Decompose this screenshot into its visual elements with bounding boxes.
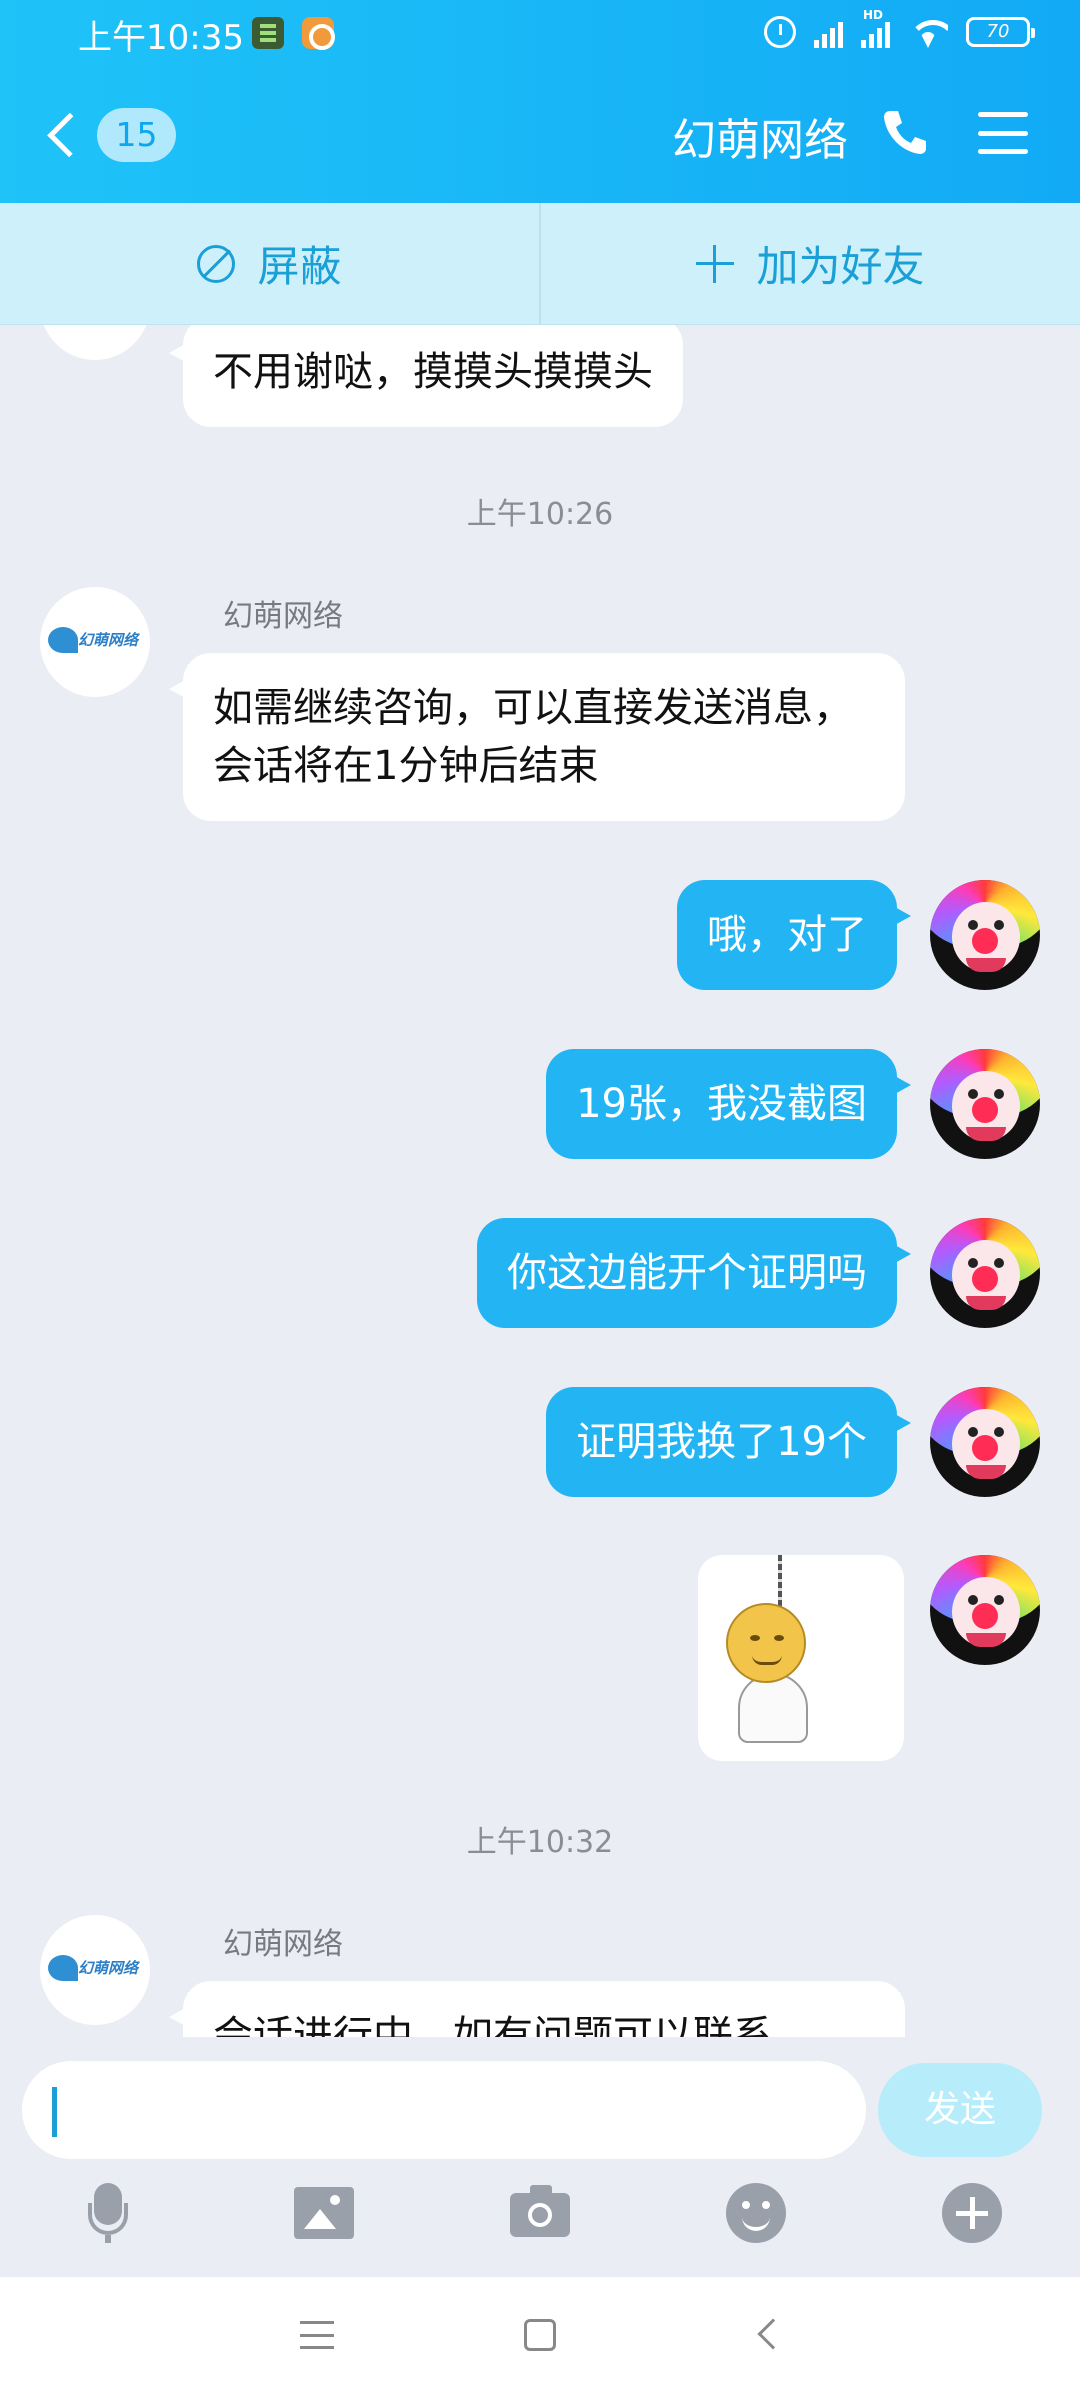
rope-decoration bbox=[778, 1555, 782, 1611]
plus-icon bbox=[696, 244, 735, 283]
system-nav-bar bbox=[0, 2277, 1080, 2400]
menu-icon[interactable] bbox=[978, 112, 1028, 154]
user-avatar[interactable] bbox=[930, 1049, 1040, 1159]
logo-mark-icon bbox=[48, 1955, 78, 1981]
unread-count-badge: 15 bbox=[97, 108, 176, 162]
nav-back-icon[interactable] bbox=[757, 2318, 789, 2350]
add-friend-label: 加为好友 bbox=[756, 242, 925, 291]
microphone-icon[interactable] bbox=[78, 2183, 138, 2243]
image-icon[interactable] bbox=[294, 2187, 354, 2239]
contact-avatar[interactable]: 幻萌网络 bbox=[40, 325, 150, 360]
chat-title: 幻萌网络 bbox=[672, 115, 848, 166]
user-avatar[interactable] bbox=[930, 1555, 1040, 1665]
contact-avatar[interactable]: 幻萌网络 bbox=[40, 587, 150, 697]
sticker-face bbox=[726, 1603, 806, 1683]
user-avatar[interactable] bbox=[930, 1387, 1040, 1497]
block-button[interactable]: 屏蔽 bbox=[0, 203, 539, 324]
phone-icon[interactable] bbox=[880, 107, 930, 157]
chevron-left-icon bbox=[47, 112, 92, 158]
user-avatar[interactable] bbox=[930, 880, 1040, 990]
calculator-app-icon bbox=[252, 17, 284, 49]
logo-text: 幻萌网络 bbox=[78, 1959, 139, 1977]
message-text: 证明我换了19个 bbox=[576, 1419, 867, 1465]
incoming-message[interactable]: 会话进行中，如有问题可以联系 bbox=[169, 1981, 905, 2037]
signal-hd-icon: HD bbox=[861, 8, 890, 48]
nav-home-icon[interactable] bbox=[524, 2319, 556, 2351]
message-text: 哦，对了 bbox=[707, 912, 867, 958]
sticker-body bbox=[738, 1673, 808, 1743]
block-icon bbox=[197, 244, 236, 283]
send-button[interactable]: 发送 bbox=[878, 2063, 1042, 2157]
status-time: 上午10:35 bbox=[78, 18, 244, 58]
block-label: 屏蔽 bbox=[257, 242, 342, 291]
plus-circle-icon[interactable] bbox=[942, 2183, 1002, 2243]
contact-avatar[interactable]: 幻萌网络 bbox=[40, 1915, 150, 2025]
sticker-message[interactable] bbox=[698, 1555, 904, 1761]
outgoing-message[interactable]: 哦，对了 bbox=[677, 880, 911, 990]
sender-name: 幻萌网络 bbox=[223, 599, 343, 634]
wifi-icon bbox=[908, 16, 948, 48]
text-caret bbox=[52, 2087, 57, 2137]
message-text: 会话进行中，如有问题可以联系 bbox=[213, 2013, 773, 2037]
back-button[interactable]: 15 bbox=[36, 100, 176, 170]
incoming-message[interactable]: 不用谢哒，摸摸头摸摸头 bbox=[169, 325, 683, 427]
signal-icon bbox=[814, 16, 843, 48]
composer: 发送 bbox=[0, 2037, 1080, 2277]
uc-browser-icon bbox=[302, 17, 335, 50]
message-input[interactable] bbox=[22, 2061, 866, 2159]
logo-mark-icon bbox=[48, 627, 78, 653]
hd-label: HD bbox=[863, 8, 884, 22]
sender-name: 幻萌网络 bbox=[223, 1927, 343, 1962]
message-text: 如需继续咨询，可以直接发送消息，会话将在1分钟后结束 bbox=[213, 685, 853, 789]
outgoing-message[interactable]: 证明我换了19个 bbox=[546, 1387, 911, 1497]
time-divider: 上午10:26 bbox=[466, 497, 614, 532]
message-text: 你这边能开个证明吗 bbox=[507, 1250, 867, 1296]
message-text: 19张，我没截图 bbox=[576, 1081, 867, 1127]
time-divider: 上午10:32 bbox=[466, 1825, 614, 1860]
incoming-message[interactable]: 如需继续咨询，可以直接发送消息，会话将在1分钟后结束 bbox=[169, 653, 905, 821]
outgoing-message[interactable]: 你这边能开个证明吗 bbox=[477, 1218, 911, 1328]
logo-text: 幻萌网络 bbox=[78, 631, 139, 649]
message-text: 不用谢哒，摸摸头摸摸头 bbox=[213, 349, 653, 395]
outgoing-message[interactable]: 19张，我没截图 bbox=[546, 1049, 911, 1159]
message-list[interactable]: 幻萌网络 不用谢哒，摸摸头摸摸头 上午10:26 幻萌网络 幻萌网络 如需继续咨… bbox=[0, 325, 1080, 2037]
battery-icon: 70 bbox=[966, 17, 1035, 47]
camera-icon[interactable] bbox=[510, 2183, 570, 2243]
nav-menu-icon[interactable] bbox=[300, 2321, 334, 2349]
add-friend-button[interactable]: 加为好友 bbox=[539, 203, 1080, 324]
alarm-icon bbox=[764, 16, 796, 48]
user-avatar[interactable] bbox=[930, 1218, 1040, 1328]
status-icons: HD 70 bbox=[764, 8, 1035, 52]
header-bar: 上午10:35 HD 70 15 幻萌网络 bbox=[0, 0, 1080, 203]
stranger-action-bar: 屏蔽 加为好友 bbox=[0, 203, 1080, 325]
emoji-icon[interactable] bbox=[726, 2183, 786, 2243]
